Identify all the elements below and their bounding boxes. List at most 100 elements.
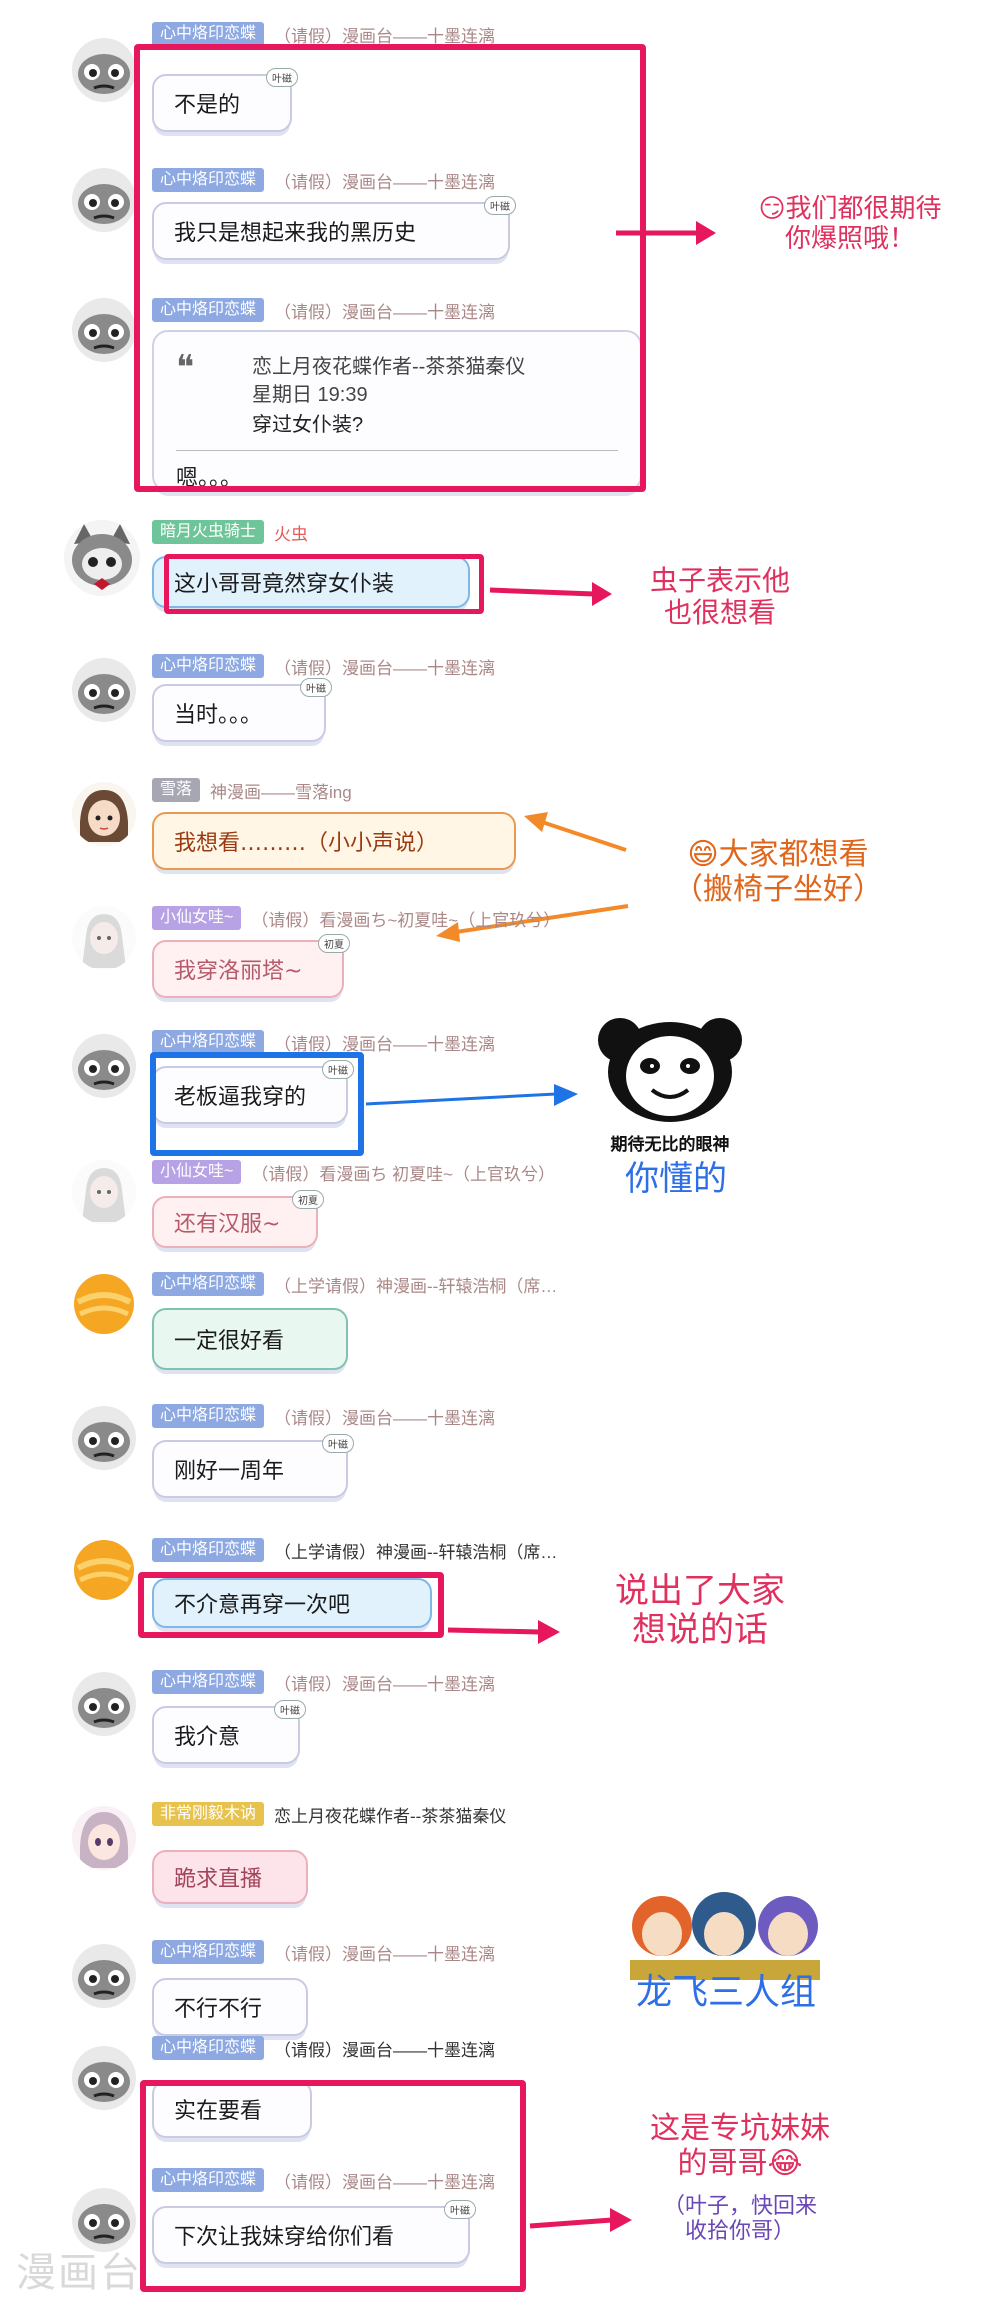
message-bubble[interactable]: 我介意 叶磁 bbox=[152, 1700, 306, 1764]
message-bubble[interactable]: 当时。。。 叶磁 bbox=[152, 678, 332, 742]
sender-line: 暗月火虫骑士 火虫 bbox=[152, 520, 308, 544]
bubble-badge: 叶磁 bbox=[274, 1700, 306, 1719]
annotation: 说出了大家 想说的话 bbox=[570, 1571, 830, 1651]
user-badge: 心中烙印恋蝶 bbox=[152, 1670, 265, 1694]
user-badge: 非常刚毅木讷 bbox=[152, 1802, 265, 1826]
annotation-line: 😄大家都想看 bbox=[687, 837, 869, 872]
message-text: 刚好一周年 bbox=[174, 1459, 285, 1484]
annotation: 😏我们都很期待 你爆照哦！ bbox=[710, 194, 990, 255]
annotation-line: 说出了大家 bbox=[615, 1571, 785, 1611]
annotation: 😄大家都想看 （搬椅子坐好） bbox=[628, 837, 928, 907]
avatar[interactable] bbox=[72, 782, 136, 846]
user-subtitle: （请假）漫画台——十墨连漓 bbox=[274, 1674, 496, 1694]
message-text: 跪求直播 bbox=[174, 1867, 263, 1892]
sender-line: 心中烙印恋蝶 （请假）漫画台——十墨连漓 bbox=[152, 1404, 495, 1428]
message-bubble[interactable]: 一定很好看 bbox=[152, 1308, 348, 1370]
user-subtitle: （请假）漫画台——十墨连漓 bbox=[274, 1034, 496, 1054]
user-badge: 心中烙印恋蝶 bbox=[152, 1272, 265, 1296]
sender-line: 心中烙印恋蝶 （请假）漫画台——十墨连漓 bbox=[152, 1030, 495, 1054]
highlight-box bbox=[134, 44, 646, 492]
annotation-sub: （叶子，快回来 收拾你哥） bbox=[620, 2194, 860, 2245]
avatar[interactable] bbox=[72, 1406, 136, 1470]
user-subtitle: （请假）看漫画ち~初夏哇~（上官玖兮） bbox=[251, 910, 561, 930]
user-subtitle: （请假）漫画台——十墨连漓 bbox=[274, 658, 496, 678]
avatar[interactable] bbox=[72, 1672, 136, 1736]
annotation: 龙飞三人组 bbox=[635, 1972, 816, 2013]
message-text: 还有汉服~ bbox=[174, 1212, 281, 1237]
user-subtitle: （请假）看漫画ち 初夏哇~（上官玖兮） bbox=[251, 1164, 556, 1184]
user-subtitle: （请假）漫画台——十墨连漓 bbox=[274, 1944, 496, 1964]
highlight-box bbox=[164, 554, 484, 614]
watermark: 漫画台 bbox=[16, 2250, 142, 2296]
message-bubble[interactable]: 跪求直播 bbox=[152, 1850, 308, 1904]
message-text: 我介意 bbox=[174, 1725, 241, 1750]
avatar[interactable] bbox=[72, 1538, 136, 1602]
message-bubble[interactable]: 不行不行 bbox=[152, 1978, 308, 2036]
sender-line: 心中烙印恋蝶 （请假）漫画台——十墨连漓 bbox=[152, 2036, 495, 2060]
sender-line: 心中烙印恋蝶 （请假）漫画台——十墨连漓 bbox=[152, 654, 495, 678]
message-bubble[interactable]: 我想看………（小小声说） bbox=[152, 812, 516, 870]
annotation-line: 的哥哥😂 bbox=[677, 2145, 803, 2181]
user-subtitle: 神漫画——雪落ing bbox=[210, 782, 352, 802]
annotation: 虫子表示他 也很想看 bbox=[620, 564, 820, 630]
annotation-line: （搬椅子坐好） bbox=[673, 871, 883, 907]
user-badge: 心中烙印恋蝶 bbox=[152, 654, 265, 678]
annotation-line: 想说的话 bbox=[632, 1610, 768, 1651]
message-text: 当时。。。 bbox=[174, 703, 263, 728]
avatar[interactable] bbox=[72, 298, 136, 362]
sender-line: 非常刚毅木讷 恋上月夜花蝶作者--茶茶猫秦仪 bbox=[152, 1802, 506, 1826]
avatar[interactable] bbox=[72, 1272, 136, 1336]
sender-line: 心中烙印恋蝶 （上学请假）神漫画--轩辕浩桐（席… bbox=[152, 1272, 557, 1296]
highlight-box bbox=[140, 2080, 526, 2292]
avatar[interactable] bbox=[72, 658, 136, 722]
user-badge: 心中烙印恋蝶 bbox=[152, 1538, 265, 1562]
user-subtitle: （上学请假）神漫画--轩辕浩桐（席… bbox=[274, 1542, 558, 1562]
bubble-badge: 初夏 bbox=[292, 1190, 324, 1209]
message-text: 一定很好看 bbox=[174, 1329, 285, 1354]
message-bubble[interactable]: 还有汉服~ 初夏 bbox=[152, 1190, 324, 1248]
sender-line: 心中烙印恋蝶 （请假）漫画台——十墨连漓 bbox=[152, 1670, 495, 1694]
annotation-line: 虫子表示他 bbox=[649, 564, 790, 597]
message-bubble[interactable]: 我穿洛丽塔~ 初夏 bbox=[152, 934, 350, 998]
annotation: 你懂的 bbox=[625, 1159, 727, 1199]
user-badge: 小仙女哇~ bbox=[152, 906, 242, 930]
three-characters-icon bbox=[620, 1880, 830, 1980]
avatar[interactable] bbox=[72, 2046, 136, 2110]
avatar[interactable] bbox=[72, 1160, 136, 1224]
arrow-icon bbox=[489, 582, 612, 606]
sender-line: 心中烙印恋蝶 （请假）漫画台——十墨连漓 bbox=[152, 22, 495, 46]
user-subtitle: 恋上月夜花蝶作者--茶茶猫秦仪 bbox=[274, 1806, 507, 1826]
user-badge: 小仙女哇~ bbox=[152, 1160, 242, 1184]
avatar[interactable] bbox=[72, 168, 136, 232]
message-bubble[interactable]: 刚好一周年 叶磁 bbox=[152, 1434, 354, 1498]
highlight-box bbox=[150, 1052, 364, 1156]
annotation-line: 这是专坑妹妹 bbox=[650, 2111, 830, 2146]
avatar[interactable] bbox=[64, 520, 140, 596]
avatar[interactable] bbox=[72, 906, 136, 970]
sender-line: 小仙女哇~ （请假）看漫画ち 初夏哇~（上官玖兮） bbox=[152, 1160, 555, 1184]
user-subtitle: （请假）漫画台——十墨连漓 bbox=[274, 26, 496, 46]
bubble-badge: 初夏 bbox=[318, 934, 350, 953]
message-text: 我想看………（小小声说） bbox=[174, 831, 439, 856]
avatar[interactable] bbox=[72, 1034, 136, 1098]
user-badge: 心中烙印恋蝶 bbox=[152, 2036, 265, 2060]
user-badge: 心中烙印恋蝶 bbox=[152, 22, 265, 46]
message-text: 不行不行 bbox=[174, 1997, 263, 2022]
bubble-badge: 叶磁 bbox=[300, 678, 332, 697]
panda-caption: 期待无比的眼神 bbox=[610, 1135, 730, 1155]
annotation-line: 😏我们都很期待 bbox=[758, 194, 942, 224]
avatar[interactable] bbox=[72, 1944, 136, 2008]
arrow-icon bbox=[365, 1084, 578, 1106]
user-subtitle: （上学请假）神漫画--轩辕浩桐（席… bbox=[274, 1276, 558, 1296]
highlight-box bbox=[138, 1572, 444, 1638]
avatar[interactable] bbox=[72, 38, 136, 102]
sender-line: 心中烙印恋蝶 （请假）漫画台——十墨连漓 bbox=[152, 1940, 495, 1964]
arrow-icon bbox=[524, 812, 627, 852]
bubble-badge: 叶磁 bbox=[322, 1434, 354, 1453]
arrow-icon bbox=[616, 221, 716, 245]
annotation-line: 你爆照哦！ bbox=[784, 223, 915, 254]
annotation-line: （叶子，快回来 bbox=[662, 2194, 817, 2219]
annotation-line: 也很想看 bbox=[663, 596, 776, 630]
avatar[interactable] bbox=[72, 1806, 136, 1870]
arrow-icon bbox=[447, 1620, 560, 1644]
